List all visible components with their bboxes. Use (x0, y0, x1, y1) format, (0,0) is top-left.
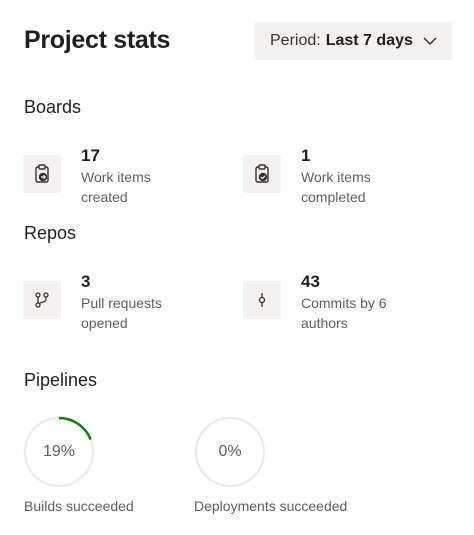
section-title-boards: Boards (24, 97, 82, 117)
section-title-pipelines: Pipelines (24, 370, 98, 390)
period-value: Last 7 days (325, 32, 413, 49)
stat-label: Commits by 6 authors (301, 295, 387, 331)
clipboard-arrow-icon (23, 155, 61, 193)
stat-label: Work items created (81, 169, 151, 205)
stat-label: Work items completed (301, 169, 371, 205)
pull-request-icon (23, 281, 61, 319)
stat-value: 3 (81, 272, 91, 291)
ring-label: Builds succeeded (24, 498, 134, 514)
stat-label: Pull requests opened (81, 295, 162, 331)
clipboard-check-icon (243, 155, 281, 193)
period-dropdown[interactable]: Period: Last 7 days (254, 22, 452, 60)
stat-value: 17 (81, 146, 100, 165)
stat-value: 1 (301, 146, 311, 165)
stat-work-items-completed[interactable] (243, 155, 281, 193)
deployments-succeeded-ring[interactable]: 0% (193, 415, 267, 489)
builds-succeeded-ring[interactable]: 19% (22, 415, 96, 489)
page-title: Project stats (24, 26, 171, 54)
stat-pull-requests-opened[interactable] (23, 281, 61, 319)
period-label: Period: (270, 32, 321, 49)
ring-percent: 19% (42, 443, 76, 460)
ring-label: Deployments succeeded (194, 498, 348, 514)
commit-icon (243, 281, 281, 319)
chevron-down-icon (423, 37, 437, 46)
ring-percent: 0% (218, 443, 242, 460)
stat-commits[interactable] (243, 281, 281, 319)
stat-work-items-created[interactable] (23, 155, 61, 193)
stat-value: 43 (301, 272, 320, 291)
section-title-repos: Repos (24, 223, 77, 243)
